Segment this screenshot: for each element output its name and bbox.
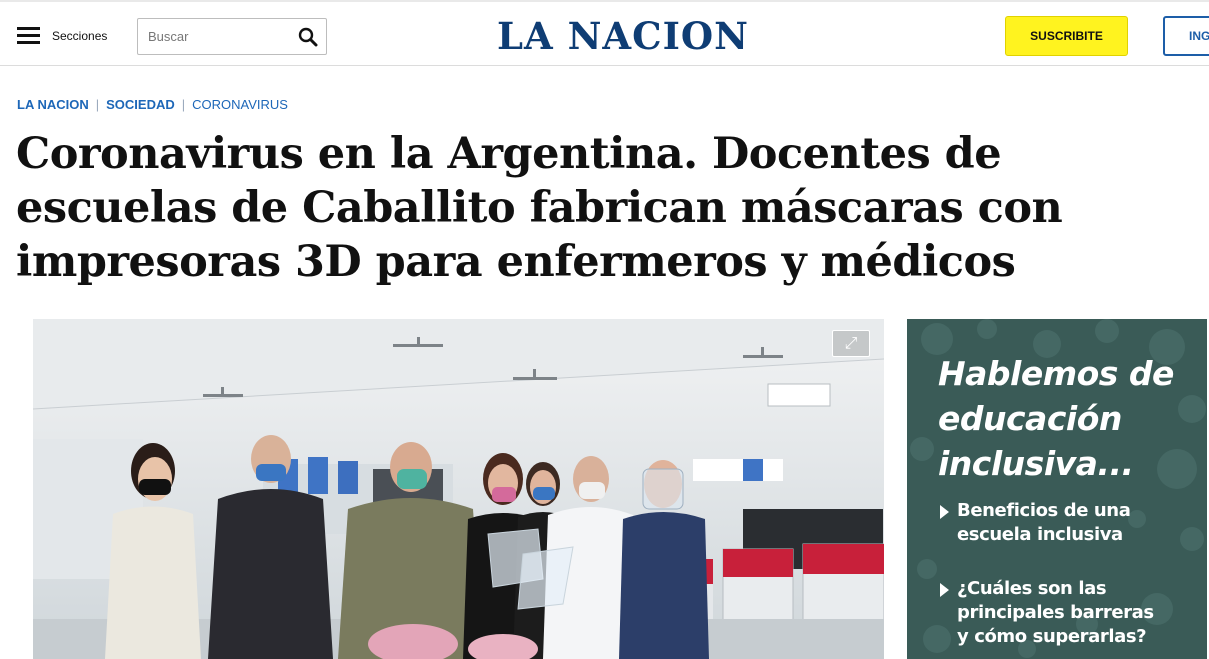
breadcrumb-separator: |: [95, 97, 100, 112]
classroom-photo-illustration: [33, 319, 884, 659]
breadcrumb: LA NACION | SOCIEDAD | CORONAVIRUS: [17, 97, 288, 112]
hamburger-menu-icon[interactable]: [17, 27, 40, 45]
article-photo[interactable]: ⤢: [33, 319, 884, 659]
sponsored-ad[interactable]: Hablemos de educación inclusiva... Benef…: [907, 319, 1207, 659]
site-header: Secciones LA NACION SUSCRIBITE ING: [0, 0, 1209, 66]
article-headline: Coronavirus en la Argentina. Docentes de…: [16, 129, 1063, 287]
search-input[interactable]: [138, 19, 296, 54]
site-logo[interactable]: LA NACION: [497, 14, 749, 58]
breadcrumb-item-la-nacion[interactable]: LA NACION: [17, 97, 89, 112]
ad-list-item[interactable]: Beneficios de una escuela inclusiva: [940, 499, 1170, 547]
play-arrow-icon: [940, 583, 949, 597]
ad-item-text: Beneficios de una escuela inclusiva: [957, 500, 1131, 545]
breadcrumb-separator: |: [181, 97, 186, 112]
ad-list-item[interactable]: ¿Cuáles son las principales barreras y c…: [940, 577, 1170, 649]
breadcrumb-item-sociedad[interactable]: SOCIEDAD: [106, 97, 175, 112]
ad-item-text: ¿Cuáles son las principales barreras y c…: [957, 578, 1154, 647]
play-arrow-icon: [940, 505, 949, 519]
subscribe-button[interactable]: SUSCRIBITE: [1005, 16, 1128, 56]
expand-icon[interactable]: ⤢: [832, 330, 870, 357]
sections-link[interactable]: Secciones: [52, 29, 107, 43]
ad-title: Hablemos de educación inclusiva...: [938, 354, 1174, 483]
search-box: [137, 18, 327, 55]
breadcrumb-item-coronavirus[interactable]: CORONAVIRUS: [192, 97, 288, 112]
search-icon[interactable]: [298, 27, 318, 47]
login-button[interactable]: ING: [1163, 16, 1209, 56]
